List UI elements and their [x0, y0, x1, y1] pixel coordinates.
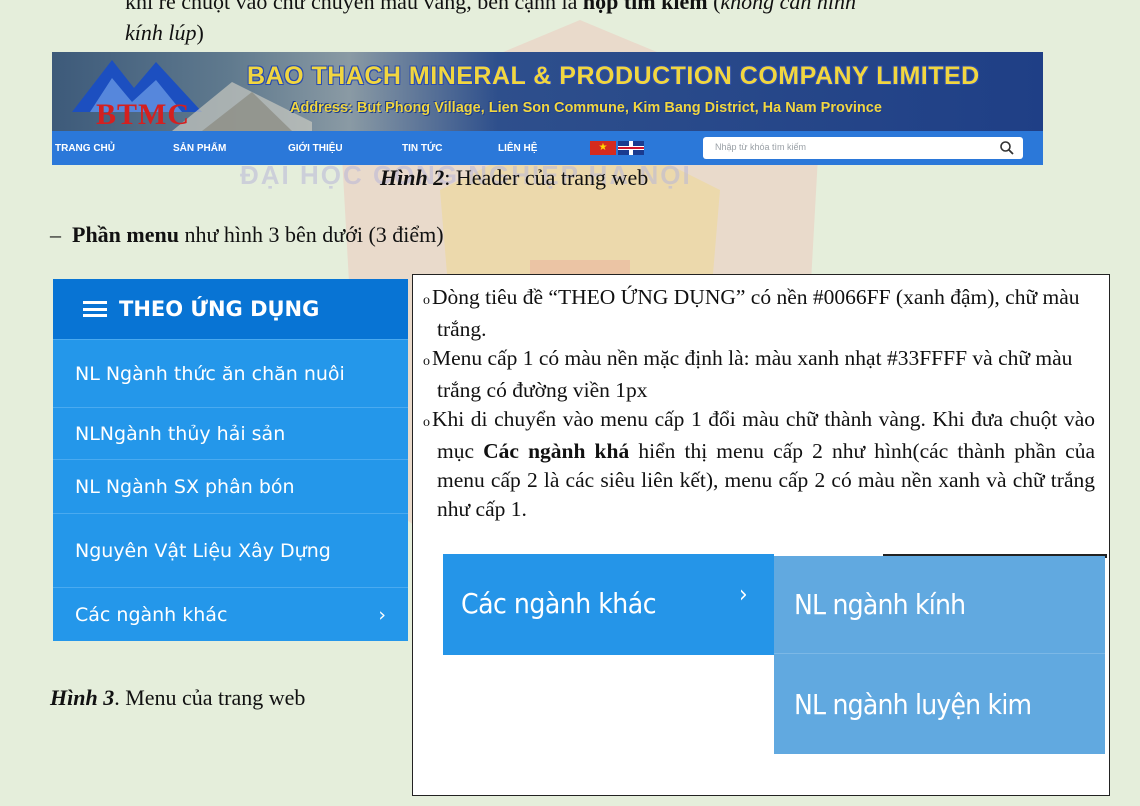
intro-paragraph: khi rê chuột vào chữ chuyển màu vàng, bê… — [125, 0, 857, 45]
description-item: oDòng tiêu đề “THEO ỨNG DỤNG” có nền #00… — [423, 285, 1080, 341]
submenu-link[interactable]: NL ngành luyện kim — [774, 656, 1105, 754]
category-menu: THEO ỨNG DỤNG NL Ngành thức ăn chăn nuôi… — [53, 279, 408, 641]
uk-flag-icon[interactable] — [618, 141, 644, 155]
description-item: oKhi di chuyển vào menu cấp 1 đổi màu ch… — [423, 407, 1095, 521]
menu-title: THEO ỨNG DỤNG — [119, 297, 320, 321]
submenu-panel: NL ngành kính NL ngành luyện kim — [774, 556, 1105, 754]
menu-item-other-industries[interactable]: Các ngành khác › — [53, 587, 408, 641]
language-switcher: ★ — [590, 141, 644, 155]
chevron-right-icon: › — [378, 603, 386, 626]
nav-item-news[interactable]: TIN TỨC — [402, 143, 443, 154]
logo-text: BTMC — [96, 98, 190, 131]
menu-item[interactable]: NL Ngành thức ăn chăn nuôi — [53, 339, 408, 407]
nav-item-about[interactable]: GIỚI THIỆU — [288, 143, 343, 154]
company-name: BAO THACH MINERAL & PRODUCTION COMPANY L… — [247, 62, 980, 90]
hamburger-icon — [83, 301, 107, 317]
nav-item-contact[interactable]: LIÊN HỆ — [498, 143, 537, 154]
description-text: oDòng tiêu đề “THEO ỨNG DỤNG” có nền #00… — [423, 283, 1095, 524]
submenu-example: Các ngành khác › NL ngành kính NL ngành … — [443, 554, 1107, 754]
submenu-link[interactable]: NL ngành kính — [774, 556, 1105, 654]
menu-section-bullet: – Phần menu như hình 3 bên dưới (3 điểm) — [50, 222, 444, 247]
figure-3-caption: Hình 3. Menu của trang web — [50, 685, 306, 710]
search-icon[interactable] — [999, 140, 1015, 156]
description-item: oMenu cấp 1 có màu nền mặc định là: màu … — [423, 346, 1073, 402]
nav-item-home[interactable]: TRANG CHỦ — [55, 143, 115, 154]
submenu-parent-item[interactable]: Các ngành khác › — [443, 554, 774, 655]
menu-item[interactable]: Nguyên Vật Liệu Xây Dựng — [53, 513, 408, 587]
menu-description-box: oDòng tiêu đề “THEO ỨNG DỤNG” có nền #00… — [412, 274, 1110, 796]
header-banner: BTMC BAO THACH MINERAL & PRODUCTION COMP… — [52, 52, 1043, 131]
chevron-right-icon: › — [739, 580, 748, 608]
figure-2-caption: Hình 2: Header của trang web — [380, 165, 649, 190]
search-input[interactable]: Nhập từ khóa tìm kiếm — [715, 142, 806, 152]
header-screenshot: BTMC BAO THACH MINERAL & PRODUCTION COMP… — [52, 52, 1043, 165]
search-box[interactable]: Nhập từ khóa tìm kiếm — [703, 137, 1023, 159]
menu-title-bar: THEO ỨNG DỤNG — [53, 279, 408, 339]
main-navbar: TRANG CHỦ SẢN PHẨM GIỚI THIỆU TIN TỨC LI… — [52, 131, 1043, 165]
nav-item-products[interactable]: SẢN PHẨM — [173, 143, 226, 154]
company-address: Address: But Phong Village, Lien Son Com… — [290, 100, 882, 116]
menu-item[interactable]: NL Ngành SX phân bón — [53, 459, 408, 513]
menu-item[interactable]: NLNgành thủy hải sản — [53, 407, 408, 459]
vietnam-flag-icon[interactable]: ★ — [590, 141, 616, 155]
